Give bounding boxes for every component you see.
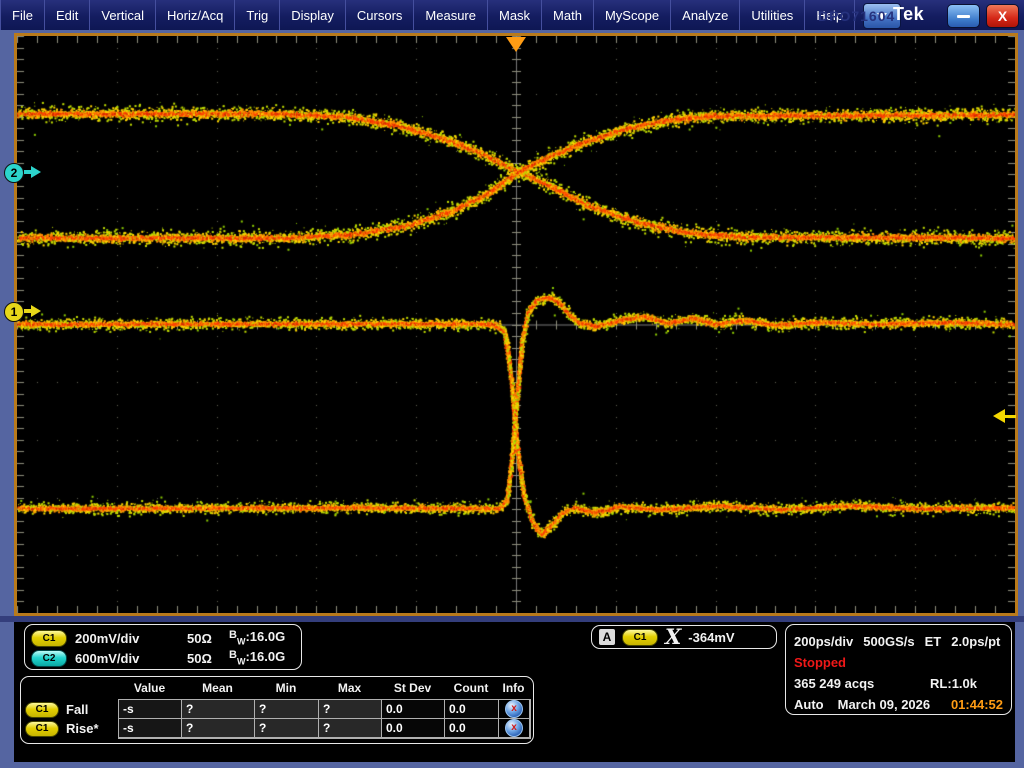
- channel-2-marker[interactable]: 2: [4, 163, 24, 183]
- measurement-name: Rise*: [66, 721, 99, 736]
- close-icon: X: [998, 8, 1007, 24]
- acquisition-mode: ET: [925, 634, 942, 649]
- delete-measurement-icon[interactable]: x: [505, 719, 523, 737]
- trigger-bus-badge: A: [599, 629, 615, 645]
- menu-items: FileEditVerticalHoriz/AcqTrigDisplayCurs…: [0, 0, 855, 30]
- oscilloscope-screen: FileEditVerticalHoriz/AcqTrigDisplayCurs…: [0, 0, 1024, 768]
- tek-logo: Tek: [893, 4, 924, 25]
- measurement-count: 0.0: [445, 719, 499, 738]
- channel-1-marker-arrow: [31, 305, 41, 317]
- minimize-button[interactable]: [947, 4, 980, 28]
- menu-item-horiz-acq[interactable]: Horiz/Acq: [156, 0, 235, 30]
- channel-termination: 50Ω: [187, 651, 229, 666]
- channel-readout-c2: C2 600mV/div50ΩBW:16.0G: [31, 648, 301, 668]
- measurement-header-max: Max: [318, 681, 381, 697]
- vertical-readout[interactable]: C1 200mV/div50ΩBW:16.0G C2 600mV/div50ΩBW:1…: [24, 624, 302, 670]
- measurement-label-fall: C1 Fall: [25, 700, 88, 719]
- channel-2-marker-arrow: [31, 166, 41, 178]
- measurement-header-count: Count: [444, 681, 498, 697]
- measurement-value: -s: [119, 700, 182, 719]
- channel-bandwidth: BW:16.0G: [229, 629, 285, 647]
- measurement-label-rise: C1 Rise*: [25, 719, 99, 738]
- channel-readout-c1: C1 200mV/div50ΩBW:16.0G: [31, 628, 301, 648]
- minimize-icon: [957, 15, 970, 18]
- measurement-name: Fall: [66, 702, 88, 717]
- acquisition-state-row: Stopped: [794, 652, 1003, 673]
- datetime-row: Auto March 09, 2026 01:44:52: [794, 694, 1003, 715]
- trigger-slope-icon: X: [665, 628, 681, 646]
- measurement-info-cell: x: [499, 719, 530, 738]
- measurement-value: -s: [119, 719, 182, 738]
- trigger-level-value: -364mV: [688, 630, 734, 645]
- readout-panel: C1 200mV/div50ΩBW:16.0G C2 600mV/div50ΩBW:1…: [14, 622, 1015, 762]
- menu-item-vertical[interactable]: Vertical: [90, 0, 156, 30]
- measurement-header-info: Info: [498, 681, 529, 697]
- menu-item-utilities[interactable]: Utilities: [740, 0, 805, 30]
- timebase-value: 200ps/div: [794, 634, 853, 649]
- acquisition-state: Stopped: [794, 655, 846, 670]
- channel-scale: 600mV/div: [75, 651, 187, 666]
- waveform-canvas[interactable]: [17, 36, 1015, 613]
- menu-item-file[interactable]: File: [0, 0, 45, 30]
- model-number: DPO71604: [818, 8, 895, 24]
- menu-item-edit[interactable]: Edit: [45, 0, 90, 30]
- trigger-source-pill: C1: [622, 629, 658, 646]
- measurement-source-pill: C1: [25, 721, 59, 737]
- trigger-mode: Auto: [794, 697, 824, 712]
- resolution-value: 2.0ps/pt: [951, 634, 1000, 649]
- timebase-row: 200ps/div 500GS/s ET 2.0ps/pt: [794, 631, 1003, 652]
- measurement-header-mean: Mean: [181, 681, 254, 697]
- measurement-mean: ?: [182, 700, 255, 719]
- channel-scale: 200mV/div: [75, 631, 187, 646]
- time-text: 01:44:52: [951, 697, 1003, 712]
- channel-pill: C2: [31, 650, 67, 667]
- measurement-stdev: 0.0: [382, 719, 445, 738]
- record-length: RL:1.0k: [930, 676, 977, 691]
- sample-rate-value: 500GS/s: [863, 634, 914, 649]
- measurement-min: ?: [255, 700, 319, 719]
- menu-item-cursors[interactable]: Cursors: [346, 0, 415, 30]
- menu-bar: FileEditVerticalHoriz/AcqTrigDisplayCurs…: [0, 0, 1024, 30]
- measurement-header-st-dev: St Dev: [381, 681, 444, 697]
- delete-measurement-icon[interactable]: x: [505, 700, 523, 718]
- measurement-max: ?: [319, 700, 382, 719]
- menu-item-math[interactable]: Math: [542, 0, 594, 30]
- menu-item-display[interactable]: Display: [280, 0, 346, 30]
- measurement-count: 0.0: [445, 700, 499, 719]
- trigger-readout[interactable]: A C1 X -364mV: [591, 625, 777, 649]
- channel-pill: C1: [31, 630, 67, 647]
- menu-item-trig[interactable]: Trig: [235, 0, 280, 30]
- menu-item-analyze[interactable]: Analyze: [671, 0, 740, 30]
- close-button[interactable]: X: [986, 4, 1019, 28]
- measurement-min: ?: [255, 719, 319, 738]
- measurement-max: ?: [319, 719, 382, 738]
- measurement-grid: -s???0.00.0x-s???0.00.0x: [118, 699, 531, 739]
- measurement-table[interactable]: ValueMeanMinMaxSt DevCountInfo-s???0.00.…: [20, 676, 534, 744]
- waveform-display[interactable]: 12: [14, 33, 1018, 616]
- trigger-level-marker-tail: [1004, 415, 1016, 418]
- channel-1-marker[interactable]: 1: [4, 302, 24, 322]
- acquisition-count-row: 365 249 acqs RL:1.0k: [794, 673, 1003, 694]
- measurement-mean: ?: [182, 719, 255, 738]
- menu-item-myscope[interactable]: MyScope: [594, 0, 671, 30]
- trigger-position-marker[interactable]: [506, 37, 526, 52]
- menu-item-measure[interactable]: Measure: [414, 0, 488, 30]
- channel-termination: 50Ω: [187, 631, 229, 646]
- date-text: March 09, 2026: [838, 697, 931, 712]
- measurement-header-min: Min: [254, 681, 318, 697]
- measurement-header-value: Value: [118, 681, 181, 697]
- acquisition-count: 365 249 acqs: [794, 676, 874, 691]
- measurement-stdev: 0.0: [382, 700, 445, 719]
- horizontal-acquisition-readout[interactable]: 200ps/div 500GS/s ET 2.0ps/pt Stopped 36…: [785, 624, 1012, 715]
- measurement-source-pill: C1: [25, 702, 59, 718]
- channel-bandwidth: BW:16.0G: [229, 649, 285, 667]
- menu-item-mask[interactable]: Mask: [488, 0, 542, 30]
- measurement-info-cell: x: [499, 700, 530, 719]
